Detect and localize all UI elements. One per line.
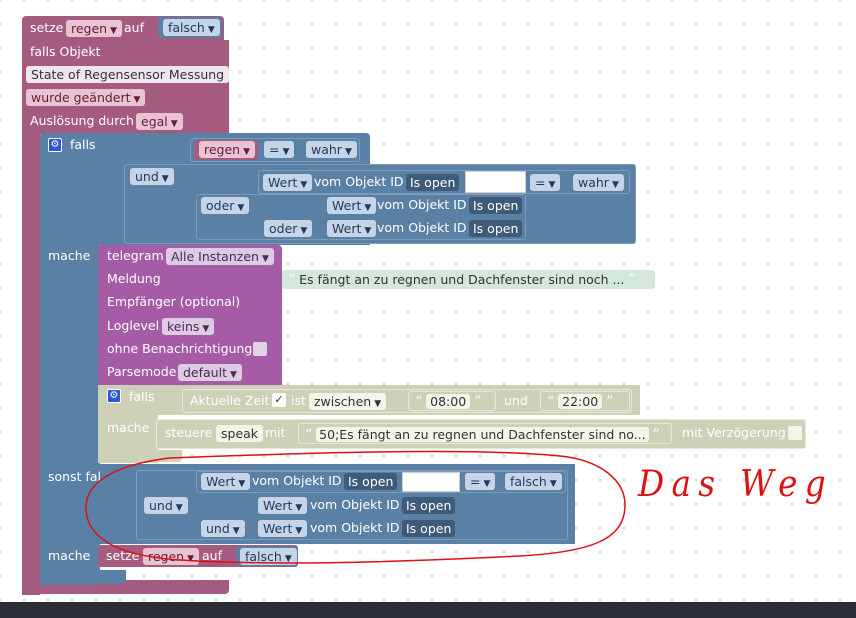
bottom-bar [0, 602, 856, 618]
annotation-circle [85, 450, 626, 564]
red-annotation: Das Weg [85, 450, 833, 564]
annotation-text: Das Weg [637, 464, 833, 505]
